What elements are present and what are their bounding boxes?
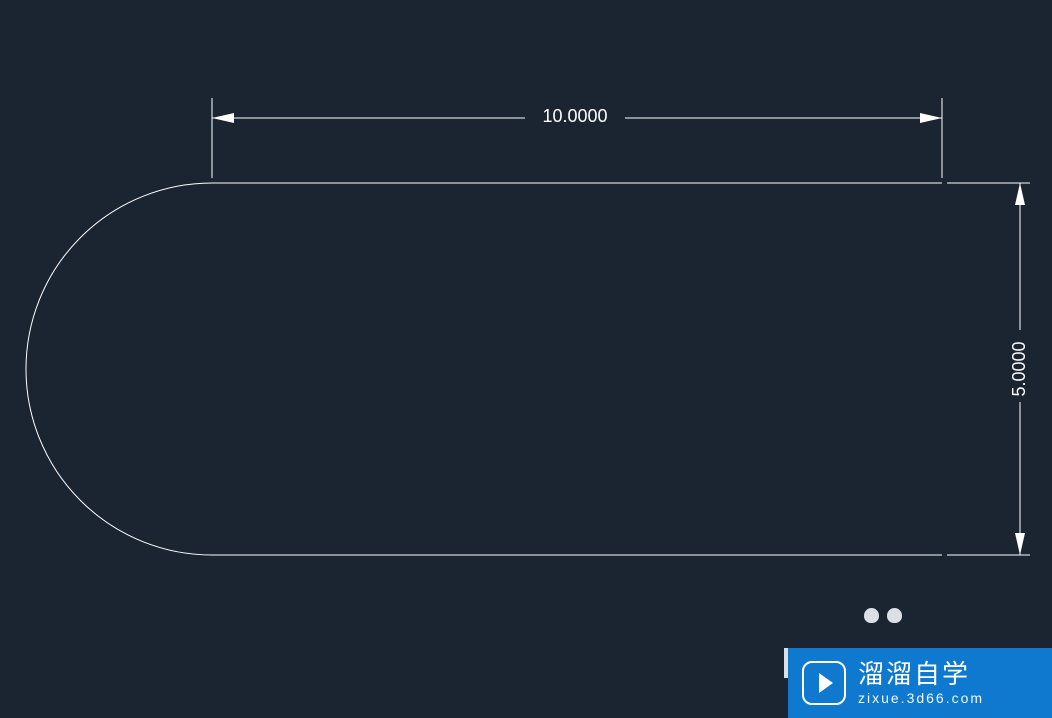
watermark-banner: 溜溜自学 zixue.3d66.com: [788, 648, 1052, 718]
vertical-dimension: 5.0000: [947, 183, 1030, 555]
play-icon: [802, 661, 846, 705]
drawing-geometry: [26, 183, 942, 555]
vertical-dim-value: 5.0000: [1009, 341, 1029, 396]
horizontal-dimension: 10.0000: [212, 98, 942, 178]
arrow-left-icon: [212, 113, 234, 123]
watermark-brand-main: 溜溜自学: [858, 660, 984, 689]
left-arc: [26, 183, 212, 555]
arrow-up-icon: [1015, 183, 1025, 205]
horizontal-dim-value: 10.0000: [542, 106, 607, 126]
watermark-text: 溜溜自学 zixue.3d66.com: [858, 660, 984, 706]
watermark-dots-icon: [864, 608, 902, 630]
watermark-brand-sub: zixue.3d66.com: [858, 691, 984, 706]
arrow-down-icon: [1015, 533, 1025, 555]
arrow-right-icon: [920, 113, 942, 123]
